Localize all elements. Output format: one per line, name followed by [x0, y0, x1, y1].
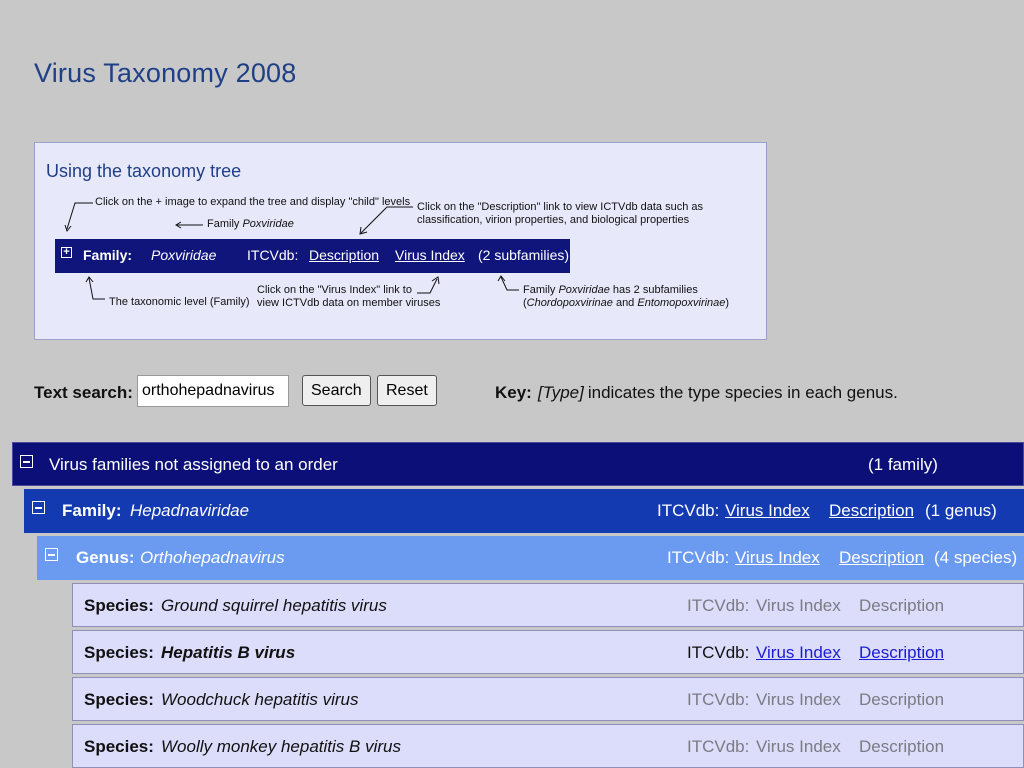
note-sub-and: and — [612, 297, 638, 309]
tree-row-species: Species: Ground squirrel hepatitis virus… — [72, 583, 1024, 627]
search-label: Text search: — [34, 383, 133, 402]
collapse-icon[interactable] — [20, 455, 33, 468]
family-count: (1 genus) — [925, 501, 997, 520]
key-type: [Type] — [537, 383, 584, 402]
species-db: ITCVdb: — [687, 690, 750, 709]
example-description-link: Description — [309, 247, 380, 263]
note-desc-line2: classification, virion properties, and b… — [417, 214, 690, 226]
example-label: Family: — [83, 247, 133, 263]
species-virus-index: Virus Index — [756, 737, 841, 756]
key-text: indicates the type species in each genus… — [587, 383, 898, 402]
note-sub-suffix: has 2 subfamilies — [609, 284, 698, 296]
example-family-row: + Family: Poxviridae ITCVdb: Description… — [55, 239, 570, 273]
note-family-name: Poxviridae — [242, 218, 294, 230]
note-sub-name3: Entomopoxvirinae — [637, 297, 726, 309]
family-db: ITCVdb: — [657, 501, 720, 520]
reset-button[interactable]: Reset — [377, 375, 437, 406]
species-description: Description — [859, 737, 945, 756]
example-name: Poxviridae — [151, 247, 217, 263]
species-label: Species: — [84, 690, 154, 709]
help-panel: Using the taxonomy tree Click on the + i… — [34, 142, 767, 340]
species-name[interactable]: Ground squirrel hepatitis virus — [161, 596, 387, 616]
genus-name: Orthohepadnavirus — [140, 548, 285, 567]
page-title: Virus Taxonomy 2008 — [34, 58, 297, 88]
family-label: Family: — [62, 501, 122, 520]
species-description: Description — [859, 690, 945, 709]
species-description-link[interactable]: Description — [859, 643, 944, 663]
help-heading: Using the taxonomy tree — [46, 161, 242, 181]
note-sub-name: Poxviridae — [558, 284, 610, 296]
genus-db: ITCVdb: — [667, 548, 730, 567]
species-name[interactable]: Hepatitis B virus — [161, 643, 295, 663]
search-button[interactable]: Search — [302, 375, 371, 406]
order-count: (1 family) — [868, 455, 938, 474]
collapse-icon[interactable] — [32, 501, 45, 514]
key-legend: Key: [Type] indicates the type species in … — [495, 383, 898, 403]
tree-row-order: Virus families not assigned to an order … — [12, 442, 1024, 486]
genus-virus-index-link[interactable]: Virus Index — [735, 548, 820, 568]
species-name[interactable]: Woodchuck hepatitis virus — [161, 690, 358, 710]
species-name[interactable]: Woolly monkey hepatitis B virus — [161, 737, 401, 757]
tree-row-species: Species: Hepatitis B virus ITCVdb: Virus… — [72, 630, 1024, 674]
species-label: Species: — [84, 737, 154, 756]
tree-row-genus: Genus: Orthohepadnavirus ITCVdb: Virus I… — [37, 536, 1024, 580]
collapse-icon[interactable] — [45, 548, 58, 561]
example-count: (2 subfamilies) — [478, 247, 570, 263]
note-desc-line1: Click on the "Description" link to view … — [417, 201, 703, 213]
genus-description-link[interactable]: Description — [839, 548, 924, 568]
species-db: ITCVdb: — [687, 596, 750, 615]
species-db: ITCVdb: — [687, 737, 750, 756]
note-family: Family Poxviridae — [207, 218, 294, 231]
family-virus-index-link[interactable]: Virus Index — [725, 501, 810, 521]
note-sub-line2: (Chordopoxvirinae and Entomopoxvirinae) — [523, 297, 729, 310]
family-name: Hepadnaviridae — [130, 501, 250, 520]
note-expand: Click on the + image to expand the tree … — [95, 196, 411, 208]
example-db: ITCVdb: — [247, 247, 299, 263]
note-index-line1: Click on the "Virus Index" link to — [257, 284, 412, 296]
note-index-line2: view ICTVdb data on member viruses — [257, 297, 441, 309]
order-label: Virus families not assigned to an order — [49, 455, 338, 474]
tree-row-species: Species: Woodchuck hepatitis virus ITCVd… — [72, 677, 1024, 721]
species-virus-index-link[interactable]: Virus Index — [756, 643, 841, 663]
note-subfamilies: Family Poxviridae has 2 subfamilies (Cho… — [523, 284, 729, 310]
note-sub-prefix: Family — [523, 284, 559, 296]
example-virus-index-link: Virus Index — [395, 247, 465, 263]
note-description: Click on the "Description" link to view … — [417, 201, 703, 227]
note-family-prefix: Family — [207, 218, 243, 230]
note-sub-close: ) — [725, 297, 730, 309]
family-description-link[interactable]: Description — [829, 501, 914, 521]
search-input[interactable] — [137, 375, 289, 407]
species-db: ITCVdb: — [687, 643, 750, 662]
note-level: The taxonomic level (Family) — [109, 296, 250, 308]
plus-icon: + — [61, 247, 72, 258]
genus-label: Genus: — [76, 548, 135, 567]
note-sub-name2: Chordopoxvirinae — [526, 297, 613, 309]
species-label: Species: — [84, 643, 154, 662]
tree-row-family: Family: Hepadnaviridae ITCVdb: Virus Ind… — [24, 489, 1024, 533]
genus-count: (4 species) — [934, 548, 1018, 567]
species-label: Species: — [84, 596, 154, 615]
note-sub-line1: Family Poxviridae has 2 subfamilies — [523, 284, 729, 297]
species-virus-index: Virus Index — [756, 690, 841, 709]
species-description: Description — [859, 596, 945, 615]
note-virus-index: Click on the "Virus Index" link to view … — [257, 284, 440, 310]
species-virus-index: Virus Index — [756, 596, 841, 615]
key-label: Key: — [495, 383, 532, 402]
tree-row-species: Species: Woolly monkey hepatitis B virus… — [72, 724, 1024, 768]
